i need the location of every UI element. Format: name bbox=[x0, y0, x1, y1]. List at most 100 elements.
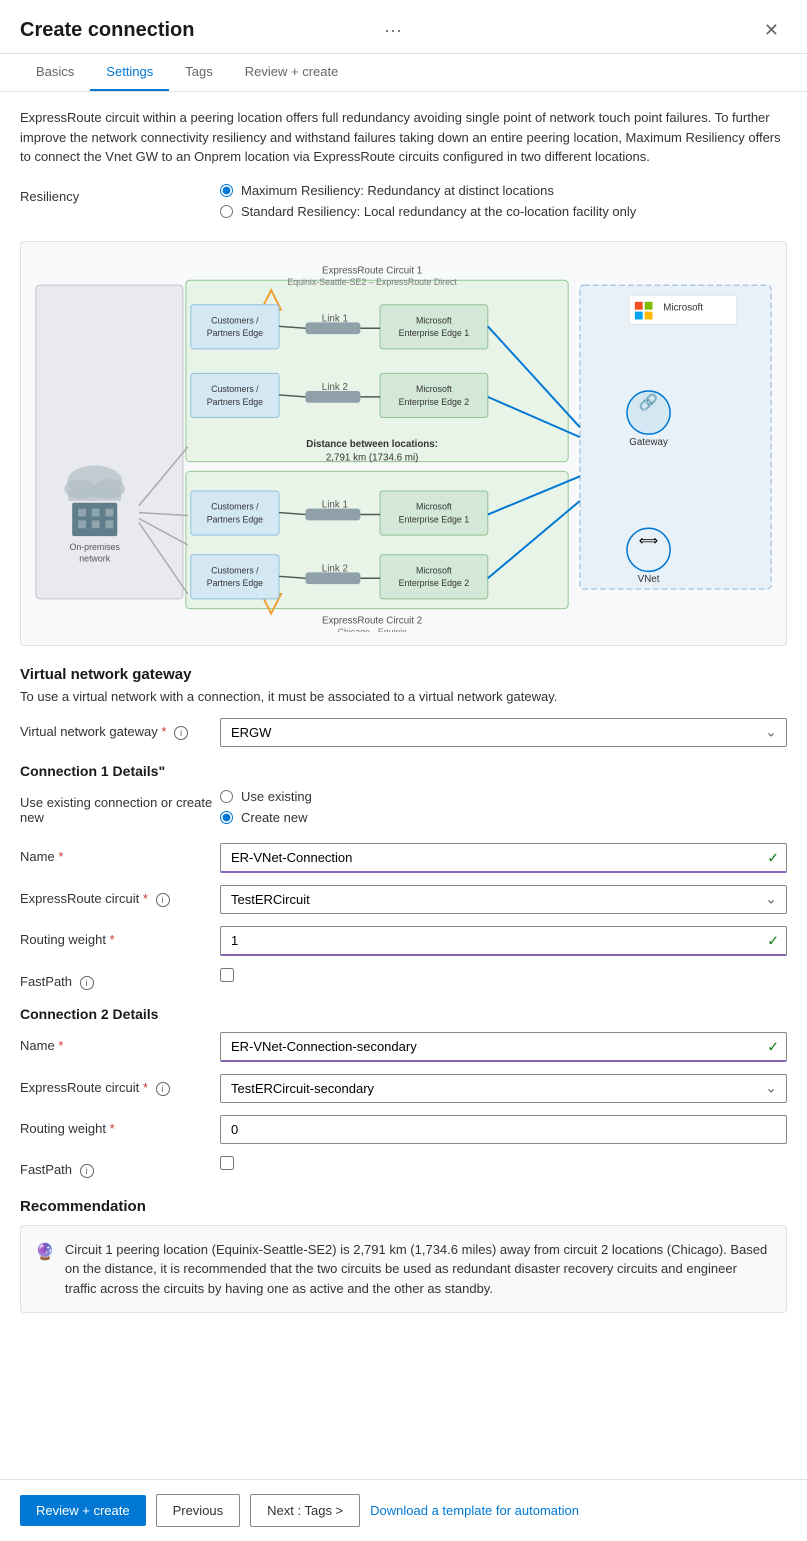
conn1-er-circuit-control: TestERCircuit bbox=[220, 885, 787, 914]
close-button[interactable]: ✕ bbox=[756, 16, 787, 45]
conn1-create-new-radio[interactable] bbox=[220, 811, 233, 824]
conn2-name-input-wrapper: ✓ bbox=[220, 1032, 787, 1062]
tab-tags[interactable]: Tags bbox=[169, 54, 228, 91]
settings-content: ExpressRoute circuit within a peering lo… bbox=[0, 92, 807, 1479]
svg-text:Enterprise Edge 1: Enterprise Edge 1 bbox=[399, 514, 470, 524]
conn2-fastpath-checkbox[interactable] bbox=[220, 1156, 234, 1170]
conn2-name-label: Name * bbox=[20, 1032, 220, 1053]
svg-text:Distance between locations:: Distance between locations: bbox=[306, 438, 438, 449]
conn2-routing-weight-label: Routing weight * bbox=[20, 1115, 220, 1136]
conn2-routing-weight-input[interactable] bbox=[220, 1115, 787, 1144]
dialog-title: Create connection bbox=[20, 19, 374, 42]
conn1-er-circuit-row: ExpressRoute circuit * i TestERCircuit bbox=[20, 885, 787, 914]
svg-text:Microsoft: Microsoft bbox=[416, 315, 452, 325]
network-diagram: On-premises network ExpressRoute Circuit… bbox=[20, 241, 787, 646]
conn1-create-new-option[interactable]: Create new bbox=[220, 810, 787, 825]
svg-text:Microsoft: Microsoft bbox=[416, 501, 452, 511]
conn2-er-circuit-label: ExpressRoute circuit * i bbox=[20, 1074, 220, 1096]
conn1-routing-weight-input[interactable] bbox=[220, 926, 787, 956]
resiliency-options: Maximum Resiliency: Redundancy at distin… bbox=[220, 183, 787, 225]
svg-text:Enterprise Edge 2: Enterprise Edge 2 bbox=[399, 578, 470, 588]
svg-text:2,791 km (1734.6 mi): 2,791 km (1734.6 mi) bbox=[326, 452, 419, 463]
vng-select[interactable]: ERGW bbox=[220, 718, 787, 747]
resiliency-standard-radio[interactable] bbox=[220, 205, 233, 218]
svg-text:Partners Edge: Partners Edge bbox=[207, 328, 263, 338]
previous-button[interactable]: Previous bbox=[156, 1494, 241, 1527]
conn1-name-check-icon: ✓ bbox=[767, 849, 779, 866]
settings-description: ExpressRoute circuit within a peering lo… bbox=[20, 108, 787, 167]
svg-text:Microsoft: Microsoft bbox=[663, 302, 703, 313]
svg-text:ExpressRoute Circuit 2: ExpressRoute Circuit 2 bbox=[322, 615, 422, 626]
conn2-er-info-icon[interactable]: i bbox=[156, 1082, 170, 1096]
conn1-fastpath-info-icon[interactable]: i bbox=[80, 976, 94, 990]
svg-text:Microsoft: Microsoft bbox=[416, 384, 452, 394]
tab-settings[interactable]: Settings bbox=[90, 54, 169, 91]
svg-text:Chicago - Equinix: Chicago - Equinix bbox=[338, 627, 408, 632]
conn2-er-circuit-select[interactable]: TestERCircuit-secondary bbox=[220, 1074, 787, 1103]
conn2-routing-weight-control bbox=[220, 1115, 787, 1144]
resiliency-standard-label: Standard Resiliency: Local redundancy at… bbox=[241, 204, 636, 219]
svg-text:Enterprise Edge 2: Enterprise Edge 2 bbox=[399, 396, 470, 406]
review-create-button[interactable]: Review + create bbox=[20, 1495, 146, 1526]
svg-text:Customers /: Customers / bbox=[211, 384, 259, 394]
conn1-fastpath-control bbox=[220, 968, 787, 982]
diagram-svg: On-premises network ExpressRoute Circuit… bbox=[31, 252, 776, 632]
vng-field-row: Virtual network gateway * i ERGW bbox=[20, 718, 787, 747]
conn1-er-circuit-label: ExpressRoute circuit * i bbox=[20, 885, 220, 907]
conn2-er-circuit-select-wrapper[interactable]: TestERCircuit-secondary bbox=[220, 1074, 787, 1103]
conn1-name-input[interactable] bbox=[220, 843, 787, 873]
recommendation-box: 🔮 Circuit 1 peering location (Equinix-Se… bbox=[20, 1225, 787, 1314]
resiliency-max-option[interactable]: Maximum Resiliency: Redundancy at distin… bbox=[220, 183, 787, 198]
download-template-link[interactable]: Download a template for automation bbox=[370, 1503, 579, 1518]
conn1-er-required: * bbox=[143, 891, 148, 906]
conn1-routing-weight-label: Routing weight * bbox=[20, 926, 220, 947]
conn2-er-circuit-control: TestERCircuit-secondary bbox=[220, 1074, 787, 1103]
conn2-fastpath-info-icon[interactable]: i bbox=[80, 1164, 94, 1178]
tab-review-create[interactable]: Review + create bbox=[229, 54, 355, 91]
conn1-use-existing-option[interactable]: Use existing bbox=[220, 789, 787, 804]
conn2-routing-weight-row: Routing weight * bbox=[20, 1115, 787, 1144]
resiliency-max-radio[interactable] bbox=[220, 184, 233, 197]
svg-text:On-premises: On-premises bbox=[69, 541, 120, 551]
conn2-name-required: * bbox=[58, 1038, 63, 1053]
footer: Review + create Previous Next : Tags > D… bbox=[0, 1479, 807, 1541]
dialog-header: Create connection ··· ✕ bbox=[0, 0, 807, 54]
vng-label: Virtual network gateway * i bbox=[20, 718, 220, 740]
conn1-name-row: Name * ✓ bbox=[20, 843, 787, 873]
conn2-routing-required: * bbox=[110, 1121, 115, 1136]
dialog-menu-icon[interactable]: ··· bbox=[384, 20, 402, 41]
conn1-er-info-icon[interactable]: i bbox=[156, 893, 170, 907]
svg-text:network: network bbox=[79, 553, 110, 563]
recommendation-section-title: Recommendation bbox=[20, 1198, 787, 1215]
vng-control: ERGW bbox=[220, 718, 787, 747]
conn1-er-circuit-select-wrapper[interactable]: TestERCircuit bbox=[220, 885, 787, 914]
conn1-routing-required: * bbox=[110, 932, 115, 947]
vng-select-wrapper[interactable]: ERGW bbox=[220, 718, 787, 747]
conn2-fastpath-checkbox-wrapper[interactable] bbox=[220, 1156, 787, 1170]
tab-basics[interactable]: Basics bbox=[20, 54, 90, 91]
conn1-name-input-wrapper: ✓ bbox=[220, 843, 787, 873]
resiliency-standard-option[interactable]: Standard Resiliency: Local redundancy at… bbox=[220, 204, 787, 219]
vng-required-marker: * bbox=[161, 724, 166, 739]
conn1-fastpath-checkbox[interactable] bbox=[220, 968, 234, 982]
conn1-fastpath-checkbox-wrapper[interactable] bbox=[220, 968, 787, 982]
tab-bar: Basics Settings Tags Review + create bbox=[0, 54, 807, 92]
conn1-section-title: Connection 1 Details" bbox=[20, 763, 787, 779]
conn2-section-title: Connection 2 Details bbox=[20, 1006, 787, 1022]
svg-text:Customers /: Customers / bbox=[211, 315, 259, 325]
svg-text:Customers /: Customers / bbox=[211, 501, 259, 511]
vng-section-title: Virtual network gateway bbox=[20, 666, 787, 683]
vng-info-icon[interactable]: i bbox=[174, 726, 188, 740]
conn1-routing-weight-control: ✓ bbox=[220, 926, 787, 956]
next-button[interactable]: Next : Tags > bbox=[250, 1494, 360, 1527]
svg-text:🔗: 🔗 bbox=[639, 392, 659, 411]
svg-text:Partners Edge: Partners Edge bbox=[207, 578, 263, 588]
svg-text:Microsoft: Microsoft bbox=[416, 565, 452, 575]
conn1-use-existing-radio[interactable] bbox=[220, 790, 233, 803]
svg-text:VNet: VNet bbox=[638, 574, 660, 585]
conn2-name-input[interactable] bbox=[220, 1032, 787, 1062]
conn1-fastpath-label: FastPath i bbox=[20, 968, 220, 990]
conn2-fastpath-row: FastPath i bbox=[20, 1156, 787, 1178]
conn1-er-circuit-select[interactable]: TestERCircuit bbox=[220, 885, 787, 914]
svg-text:⟺: ⟺ bbox=[639, 532, 659, 547]
